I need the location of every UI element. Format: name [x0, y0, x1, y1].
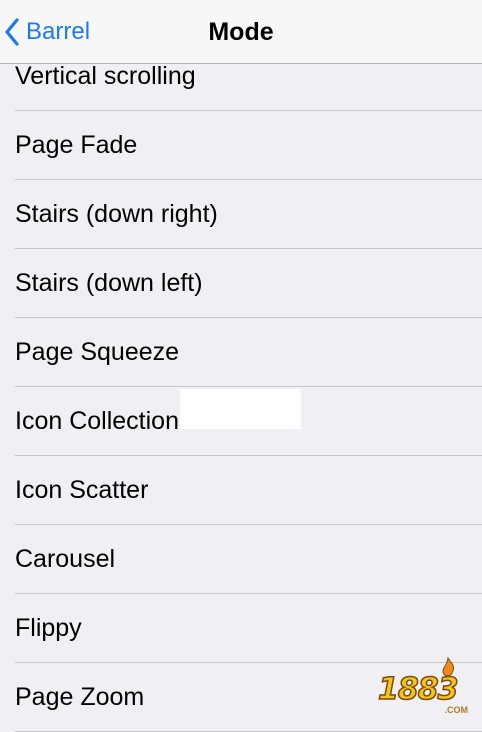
list-item-label: Page Fade	[15, 131, 138, 159]
list-item-page-fade[interactable]: Page Fade	[0, 111, 482, 180]
chevron-left-icon	[4, 18, 20, 46]
list-item-flippy[interactable]: Flippy	[0, 594, 482, 663]
mode-list: Vertical scrolling Page Fade Stairs (dow…	[0, 42, 482, 732]
list-item-label: Icon Collection	[15, 407, 179, 435]
list-item-label: Flippy	[15, 614, 82, 642]
watermark-logo: 1883 .COM	[377, 657, 474, 715]
list-item-label: Stairs (down left)	[15, 269, 203, 297]
list-item-carousel[interactable]: Carousel	[0, 525, 482, 594]
list-item-icon-scatter[interactable]: Icon Scatter	[0, 456, 482, 525]
back-button[interactable]: Barrel	[4, 14, 90, 50]
list-item-label: Carousel	[15, 545, 116, 573]
watermark-subtext: .COM	[444, 705, 469, 715]
list-item-label: Page Squeeze	[15, 338, 180, 366]
list-item-stairs-down-left[interactable]: Stairs (down left)	[0, 249, 482, 318]
back-button-label: Barrel	[26, 18, 91, 45]
navigation-bar: Barrel Mode	[0, 0, 482, 64]
list-item-page-squeeze[interactable]: Page Squeeze	[0, 318, 482, 387]
list-item-label: Page Zoom	[15, 683, 145, 711]
list-item-label: Icon Scatter	[15, 476, 149, 504]
watermark-text: 1883	[377, 671, 459, 708]
list-item-label: Stairs (down right)	[15, 200, 218, 228]
redaction-box	[180, 389, 301, 429]
list-item-stairs-down-right[interactable]: Stairs (down right)	[0, 180, 482, 249]
